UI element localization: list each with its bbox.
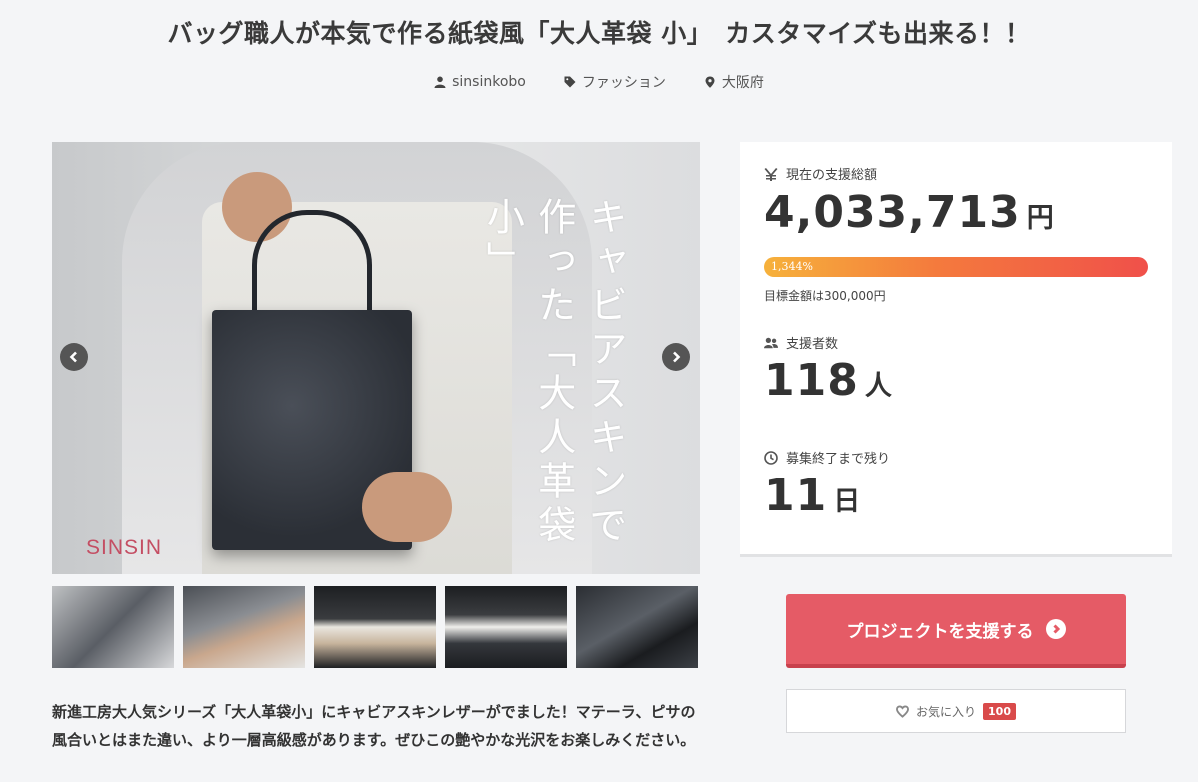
carousel-prev-button[interactable] — [60, 343, 88, 371]
location-link[interactable]: 大阪府 — [704, 72, 764, 92]
funding-progress-bar: 1,344% — [764, 257, 1148, 277]
supporters-label: 支援者数 — [786, 337, 839, 352]
hero-overlay-text: キャビアスキンで作った「大人革袋 小」 — [480, 197, 627, 549]
carousel-next-button[interactable] — [662, 343, 690, 371]
support-button-label: プロジェクトを支援する — [846, 621, 1034, 642]
remaining-value: 11 日 — [764, 470, 860, 521]
amount-label: 現在の支援総額 — [786, 168, 878, 183]
map-pin-icon — [705, 76, 715, 88]
remaining-number: 11 — [764, 470, 828, 521]
progress-percent: 1,344% — [771, 260, 813, 273]
supporters-label-row: 支援者数 — [764, 333, 838, 352]
amount-value: 4,033,713 円 — [764, 187, 1054, 238]
thumbnail[interactable] — [52, 586, 174, 668]
model-hand-lower — [362, 472, 452, 542]
thumbnail[interactable] — [445, 586, 567, 668]
amount-unit: 円 — [1026, 203, 1054, 234]
yen-icon — [764, 167, 778, 181]
supporters-value: 118 人 — [764, 355, 892, 406]
thumbnail[interactable] — [183, 586, 305, 668]
owner-name: sinsinkobo — [452, 74, 526, 90]
supporters-number: 118 — [764, 355, 859, 406]
user-icon — [434, 76, 446, 88]
users-icon — [764, 337, 778, 348]
supporters-unit: 人 — [864, 371, 892, 402]
amount-label-row: 現在の支援総額 — [764, 164, 877, 183]
favorite-label: お気に入り — [916, 704, 977, 719]
chevron-right-circle-icon — [1045, 619, 1066, 639]
category-name: ファッション — [581, 75, 666, 91]
favorite-button[interactable]: お気に入り 100 — [786, 689, 1126, 733]
clock-icon — [764, 450, 778, 465]
owner-link[interactable]: sinsinkobo — [434, 72, 526, 92]
support-project-button[interactable]: プロジェクトを支援する — [786, 594, 1126, 668]
goal-amount: 目標金額は300,000円 — [764, 289, 886, 303]
chevron-left-icon — [69, 351, 77, 363]
brand-logo: SINSIN — [86, 536, 163, 559]
remaining-label-row: 募集終了まで残り — [764, 448, 890, 467]
project-meta: sinsinkobo ファッション 大阪府 — [0, 72, 1198, 92]
thumbnail[interactable] — [314, 586, 436, 668]
thumbnail[interactable] — [576, 586, 698, 668]
project-description: 新進工房大人気シリーズ「大人革袋小」にキャビアスキンレザーがでました！マテーラ、… — [52, 703, 696, 749]
project-title: バッグ職人が本気で作る紙袋風「大人革袋 小」 カスタマイズも出来る！！ — [167, 19, 1031, 48]
funding-stats-card: 現在の支援総額 4,033,713 円 1,344% 目標金額は300,000円 … — [740, 142, 1172, 557]
favorite-count-badge: 100 — [983, 702, 1016, 720]
remaining-unit: 日 — [833, 486, 861, 517]
location-name: 大阪府 — [721, 75, 764, 91]
main-image: キャビアスキンで作った「大人革袋 小」 SINSIN — [52, 142, 700, 574]
thumbnail-strip — [52, 586, 698, 668]
heart-icon — [896, 704, 909, 718]
chevron-right-icon — [673, 351, 681, 363]
tag-icon — [564, 76, 576, 88]
category-link[interactable]: ファッション — [564, 72, 666, 92]
remaining-label: 募集終了まで残り — [786, 452, 891, 467]
amount-number: 4,033,713 — [764, 187, 1021, 238]
